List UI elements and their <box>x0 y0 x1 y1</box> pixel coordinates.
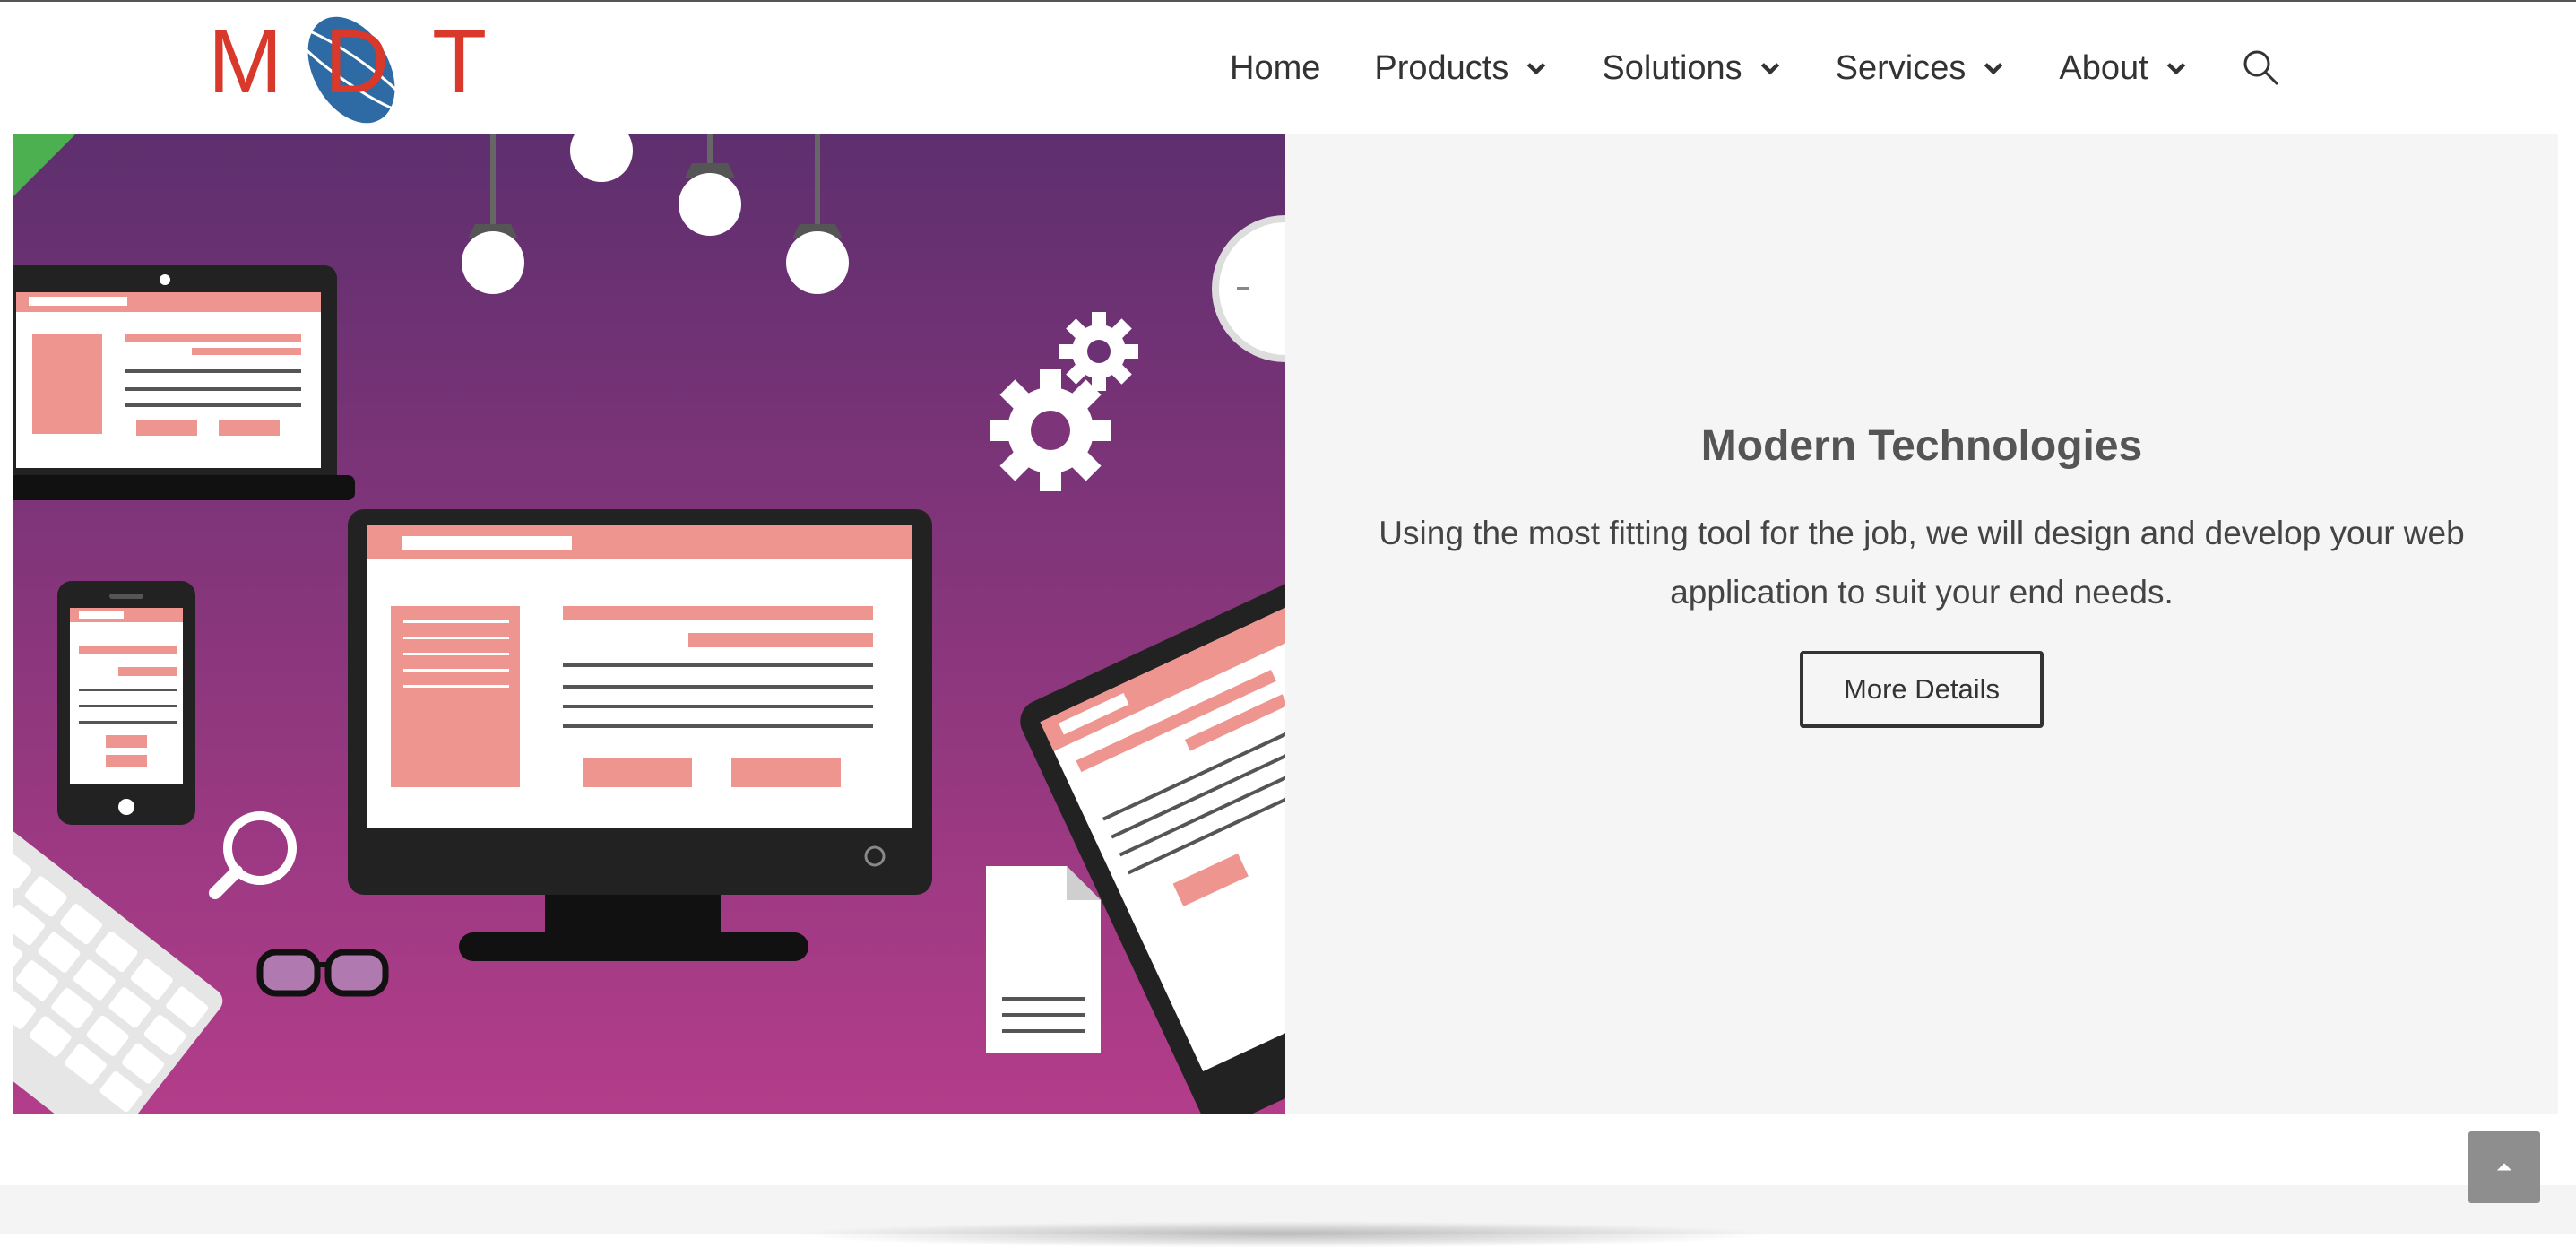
nav-products-label: Products <box>1374 48 1509 87</box>
nav-home-label: Home <box>1230 48 1321 87</box>
logo-letter-m: M <box>208 12 282 112</box>
main-nav: Home Products Solutions Services About <box>1230 2 2281 134</box>
nav-products[interactable]: Products <box>1374 49 1548 88</box>
chevron-up-icon <box>2496 1163 2512 1171</box>
chevron-down-icon <box>1984 63 2003 75</box>
laptop-illustration <box>13 265 355 500</box>
nav-about-label: About <box>2059 48 2148 87</box>
nav-about[interactable]: About <box>2059 49 2187 88</box>
nav-home[interactable]: Home <box>1230 49 1320 88</box>
footer-shadow <box>789 1221 1775 1248</box>
hero-title: Modern Technologies <box>1700 422 2143 470</box>
chevron-down-icon <box>1760 63 1779 75</box>
more-details-button[interactable]: More Details <box>1800 651 2044 728</box>
site-logo[interactable]: M D T <box>208 7 495 133</box>
nav-solutions-label: Solutions <box>1602 48 1742 87</box>
hero-description: Using the most fitting tool for the job,… <box>1379 515 2465 611</box>
document-icon <box>986 866 1101 1053</box>
phone-illustration <box>57 581 195 825</box>
nav-solutions[interactable]: Solutions <box>1602 49 1781 88</box>
logo-letter-t: T <box>432 12 487 112</box>
search-icon[interactable] <box>2242 48 2281 88</box>
scroll-to-top-button[interactable] <box>2468 1131 2540 1203</box>
nav-services-label: Services <box>1835 48 1967 87</box>
logo-letter-d: D <box>324 12 389 112</box>
hero-illustration <box>13 134 1285 1114</box>
site-header: M D T Home Products Solutions Services A… <box>0 2 2576 134</box>
chevron-down-icon <box>1527 63 1546 75</box>
hero-text-panel: Modern Technologies Using the most fitti… <box>1285 134 2558 1114</box>
chevron-down-icon <box>2166 63 2185 75</box>
monitor-illustration <box>348 509 932 961</box>
nav-services[interactable]: Services <box>1836 49 2006 88</box>
